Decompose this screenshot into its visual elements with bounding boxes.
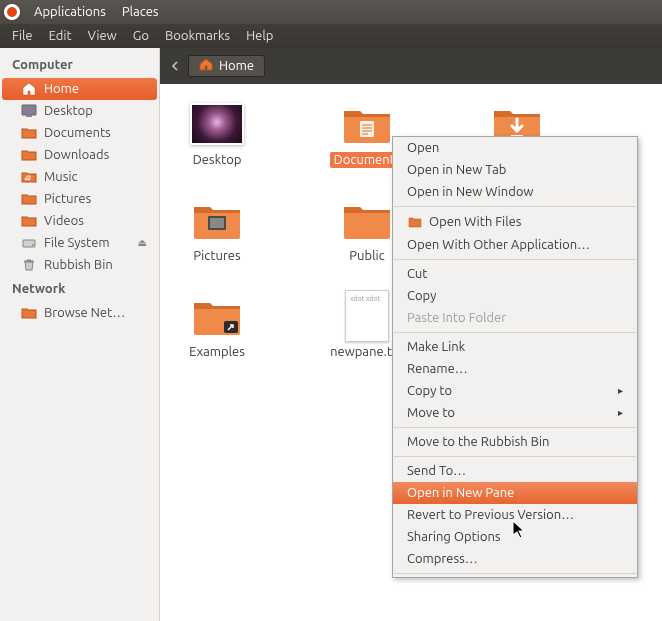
sidebar-item-label: File System xyxy=(44,236,110,250)
home-icon xyxy=(199,59,213,73)
ctx-move-to[interactable]: Move to▸ xyxy=(393,402,637,424)
path-bar: Home xyxy=(160,48,662,84)
sidebar-item-videos[interactable]: Videos xyxy=(2,210,157,232)
file-pictures[interactable]: Pictures xyxy=(172,196,262,264)
panel-applications[interactable]: Applications xyxy=(26,5,114,19)
ctx-revert-previous[interactable]: Revert to Previous Version… xyxy=(393,504,637,526)
file-label: Pictures xyxy=(189,248,244,264)
ctx-separator xyxy=(394,259,636,260)
text-file-icon: xdot xdot xyxy=(338,292,396,340)
sidebar-item-label: Pictures xyxy=(44,192,91,206)
context-menu: Open Open in New Tab Open in New Window … xyxy=(392,136,638,578)
desktop-thumb-icon xyxy=(188,100,246,148)
sidebar-item-label: Browse Net… xyxy=(44,306,125,320)
ctx-move-to-trash[interactable]: Move to the Rubbish Bin xyxy=(393,431,637,453)
folder-icon xyxy=(338,100,396,148)
gnome-top-panel: Applications Places xyxy=(0,0,662,24)
ctx-open-with-other[interactable]: Open With Other Application… xyxy=(393,234,637,256)
menu-view[interactable]: View xyxy=(80,29,125,43)
breadcrumb-home[interactable]: Home xyxy=(188,55,265,77)
ctx-open-new-tab[interactable]: Open in New Tab xyxy=(393,159,637,181)
chevron-right-icon: ▸ xyxy=(618,385,623,397)
ctx-copy[interactable]: Copy xyxy=(393,285,637,307)
menu-go[interactable]: Go xyxy=(125,29,157,43)
sidebar-item-pictures[interactable]: Pictures xyxy=(2,188,157,210)
disk-icon xyxy=(20,235,38,251)
path-back-icon[interactable] xyxy=(168,59,182,73)
file-examples[interactable]: Examples xyxy=(172,292,262,360)
ctx-separator xyxy=(394,332,636,333)
ctx-copy-to[interactable]: Copy to▸ xyxy=(393,380,637,402)
ctx-separator xyxy=(394,456,636,457)
sidebar-item-browse-network[interactable]: Browse Net… xyxy=(2,302,157,324)
videos-icon xyxy=(20,213,38,229)
files-app-icon xyxy=(407,214,423,230)
app-menubar: File Edit View Go Bookmarks Help xyxy=(0,24,662,48)
sidebar-item-label: Desktop xyxy=(44,104,93,118)
ctx-compress[interactable]: Compress… xyxy=(393,548,637,570)
music-icon xyxy=(20,169,38,185)
folder-icon xyxy=(20,147,38,163)
sidebar-item-home[interactable]: Home xyxy=(2,78,157,100)
sidebar-item-label: Videos xyxy=(44,214,84,228)
folder-link-icon xyxy=(188,292,246,340)
folder-icon xyxy=(20,125,38,141)
trash-icon xyxy=(20,257,38,273)
ctx-separator xyxy=(394,427,636,428)
sidebar-item-label: Downloads xyxy=(44,148,109,162)
ctx-rename[interactable]: Rename… xyxy=(393,358,637,380)
menu-bookmarks[interactable]: Bookmarks xyxy=(157,29,238,43)
ctx-open[interactable]: Open xyxy=(393,137,637,159)
file-label: Desktop xyxy=(189,152,246,168)
ctx-cut[interactable]: Cut xyxy=(393,263,637,285)
home-icon xyxy=(20,81,38,97)
folder-pictures-icon xyxy=(188,196,246,244)
menu-edit[interactable]: Edit xyxy=(41,29,80,43)
sidebar-item-label: Rubbish Bin xyxy=(44,258,113,272)
ctx-open-new-window[interactable]: Open in New Window xyxy=(393,181,637,203)
pictures-icon xyxy=(20,191,38,207)
panel-places[interactable]: Places xyxy=(114,5,167,19)
eject-icon[interactable]: ⏏ xyxy=(138,237,147,249)
ctx-send-to[interactable]: Send To… xyxy=(393,460,637,482)
sidebar-item-label: Home xyxy=(44,82,79,96)
sidebar-item-desktop[interactable]: Desktop xyxy=(2,100,157,122)
ctx-open-with-files[interactable]: Open With Files xyxy=(393,210,637,234)
ctx-open-in-new-pane[interactable]: Open in New Pane xyxy=(393,482,637,504)
ctx-make-link[interactable]: Make Link xyxy=(393,336,637,358)
sidebar-computer-header: Computer xyxy=(0,52,159,78)
sidebar-item-filesystem[interactable]: File System ⏏ xyxy=(2,232,157,254)
menu-file[interactable]: File xyxy=(4,29,41,43)
sidebar-item-trash[interactable]: Rubbish Bin xyxy=(2,254,157,276)
ctx-separator xyxy=(394,206,636,207)
ctx-paste-into-folder: Paste Into Folder xyxy=(393,307,637,329)
sidebar-item-music[interactable]: Music xyxy=(2,166,157,188)
ubuntu-logo-icon[interactable] xyxy=(4,4,20,20)
file-desktop[interactable]: Desktop xyxy=(172,100,262,168)
folder-icon xyxy=(338,196,396,244)
file-label: Examples xyxy=(185,344,249,360)
sidebar-item-label: Music xyxy=(44,170,78,184)
sidebar-item-documents[interactable]: Documents xyxy=(2,122,157,144)
file-label: Public xyxy=(345,248,388,264)
chevron-right-icon: ▸ xyxy=(618,407,623,419)
sidebar-network-header: Network xyxy=(0,276,159,302)
places-sidebar: Computer Home Desktop Documents Download… xyxy=(0,48,160,621)
ctx-separator xyxy=(394,573,636,574)
ctx-sharing-options[interactable]: Sharing Options xyxy=(393,526,637,548)
menu-help[interactable]: Help xyxy=(238,29,281,43)
network-icon xyxy=(20,305,38,321)
sidebar-item-label: Documents xyxy=(44,126,111,140)
desktop-icon xyxy=(20,103,38,119)
sidebar-item-downloads[interactable]: Downloads xyxy=(2,144,157,166)
breadcrumb-label: Home xyxy=(219,59,254,73)
